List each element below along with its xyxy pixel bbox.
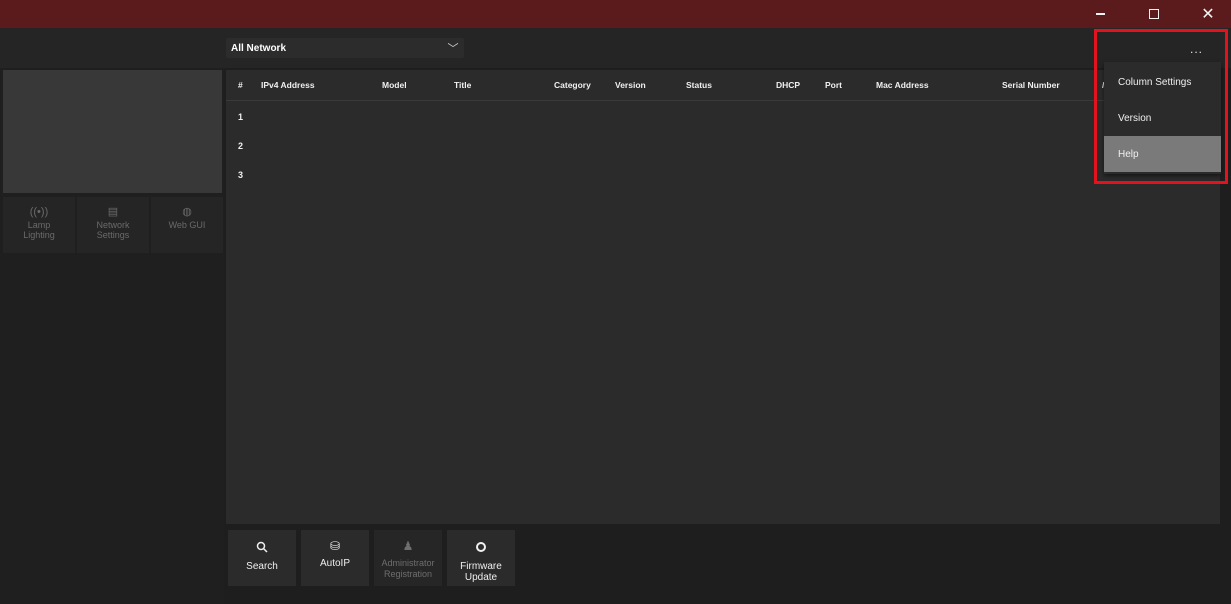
close-button[interactable]: ✕ <box>1185 0 1231 28</box>
minimize-icon <box>1095 13 1105 15</box>
column-header-dhcp[interactable]: DHCP <box>776 80 800 90</box>
search-button-label: Search <box>246 561 278 572</box>
maximize-button[interactable] <box>1131 0 1177 28</box>
column-header-port[interactable]: Port <box>825 80 842 90</box>
column-header-category[interactable]: Category <box>554 80 591 90</box>
search-icon <box>256 541 268 555</box>
network-settings-button[interactable]: ▤ Network Settings <box>77 197 149 253</box>
autoip-icon: ⛁ <box>329 539 341 553</box>
menu-item-version[interactable]: Version <box>1104 100 1221 136</box>
top-toolbar <box>0 28 1231 68</box>
firmware-update-label: Firmware Update <box>460 561 502 583</box>
more-options-menu: Column Settings Version Help <box>1104 62 1221 174</box>
network-select[interactable]: All Network ﹀ <box>226 38 464 58</box>
web-gui-label: Web GUI <box>168 220 206 230</box>
column-header-version[interactable]: Version <box>615 80 646 90</box>
network-settings-icon: ▤ <box>107 206 119 218</box>
more-options-button[interactable]: ... <box>1190 42 1203 56</box>
row-number: 1 <box>238 112 244 122</box>
column-header-mac[interactable]: Mac Address <box>876 80 929 90</box>
admin-icon: ♟ <box>402 539 414 553</box>
chevron-down-icon: ﹀ <box>447 43 459 55</box>
lamp-icon: ((•)) <box>29 206 49 218</box>
web-gui-icon: ◍ <box>182 206 192 218</box>
administrator-registration-button[interactable]: ♟ Administrator Registration <box>374 530 442 586</box>
maximize-icon <box>1149 9 1159 19</box>
autoip-button[interactable]: ⛁ AutoIP <box>301 530 369 586</box>
lamp-lighting-button[interactable]: ((•)) Lamp Lighting <box>3 197 75 253</box>
table-row[interactable]: 3 <box>226 160 1220 189</box>
column-header-title[interactable]: Title <box>454 80 471 90</box>
row-number: 2 <box>238 141 244 151</box>
column-header-status[interactable]: Status <box>686 80 712 90</box>
title-bar <box>0 0 1231 28</box>
column-header-model[interactable]: Model <box>382 80 407 90</box>
table-row[interactable]: 1 <box>226 102 1220 131</box>
close-icon: ✕ <box>1201 6 1215 23</box>
row-number: 3 <box>238 170 244 180</box>
network-select-value: All Network <box>231 42 287 54</box>
device-preview <box>3 70 222 193</box>
administrator-registration-label: Administrator Registration <box>381 558 435 579</box>
firmware-update-button[interactable]: Firmware Update <box>447 530 515 586</box>
table-row[interactable]: 2 <box>226 131 1220 160</box>
autoip-button-label: AutoIP <box>319 558 351 569</box>
firmware-icon <box>475 541 487 555</box>
column-header-index[interactable]: # <box>238 80 243 90</box>
column-header-serial[interactable]: Serial Number <box>1002 80 1060 90</box>
search-button[interactable]: Search <box>228 530 296 586</box>
column-header-ipv4[interactable]: IPv4 Address <box>261 80 315 90</box>
table-header: # IPv4 Address Model Title Category Vers… <box>226 70 1220 101</box>
network-settings-label: Network Settings <box>96 220 130 240</box>
device-table: # IPv4 Address Model Title Category Vers… <box>226 70 1220 524</box>
minimize-button[interactable] <box>1077 0 1123 28</box>
menu-item-help[interactable]: Help <box>1104 136 1221 172</box>
web-gui-button[interactable]: ◍ Web GUI <box>151 197 223 253</box>
lamp-lighting-label: Lamp Lighting <box>23 220 55 240</box>
menu-item-column-settings[interactable]: Column Settings <box>1104 64 1221 100</box>
